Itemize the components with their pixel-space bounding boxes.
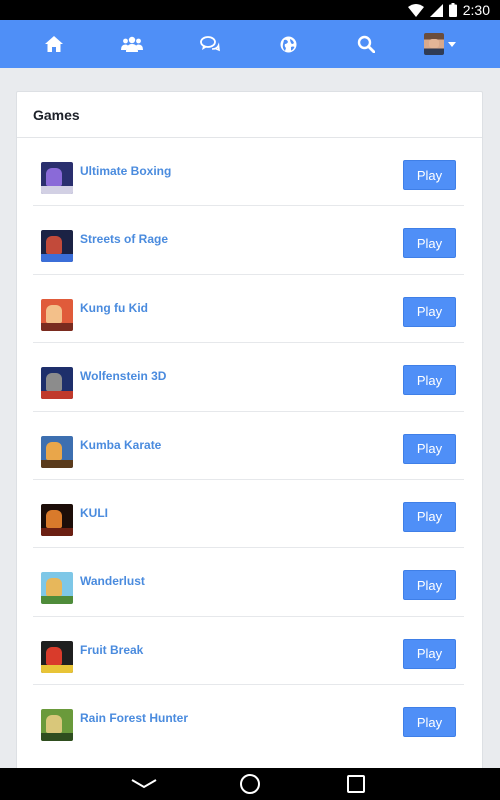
game-row: Kung fu Kid Play <box>33 275 464 344</box>
game-thumbnail[interactable] <box>41 298 73 331</box>
game-thumbnail[interactable] <box>41 367 73 400</box>
play-button[interactable]: Play <box>403 501 456 532</box>
game-thumbnail[interactable] <box>41 709 73 742</box>
avatar[interactable] <box>424 33 444 55</box>
game-name-link[interactable]: Streets of Rage <box>80 232 168 246</box>
game-name-link[interactable]: Wanderlust <box>80 574 145 588</box>
game-row: KULI Play <box>33 480 464 549</box>
game-thumbnail[interactable] <box>41 230 73 263</box>
play-button[interactable]: Play <box>403 365 456 396</box>
play-button[interactable]: Play <box>403 296 456 327</box>
battery-icon <box>448 3 457 17</box>
game-row: Wanderlust Play <box>33 548 464 617</box>
game-name-link[interactable]: Ultimate Boxing <box>80 164 171 178</box>
game-row: Fruit Break Play <box>33 617 464 686</box>
game-row: Kumba Karate Play <box>33 412 464 480</box>
search-icon[interactable] <box>346 20 386 68</box>
game-name-link[interactable]: Kumba Karate <box>80 438 161 452</box>
play-button[interactable]: Play <box>403 433 456 464</box>
game-thumbnail[interactable] <box>41 503 73 536</box>
game-thumbnail[interactable] <box>41 572 73 605</box>
play-button[interactable]: Play <box>403 160 456 190</box>
games-card: Games Ultimate Boxing Play Streets of Rage… <box>16 91 483 771</box>
home-icon[interactable] <box>34 20 74 68</box>
game-name-link[interactable]: Fruit Break <box>80 643 143 657</box>
play-button[interactable]: Play <box>403 570 456 601</box>
account-menu[interactable] <box>424 20 468 68</box>
game-list: Ultimate Boxing Play Streets of Rage Play Ku… <box>17 138 482 754</box>
wifi-icon <box>407 3 424 17</box>
status-time: 2:30 <box>462 2 490 18</box>
game-thumbnail[interactable] <box>41 640 73 673</box>
game-name-link[interactable]: Rain Forest Hunter <box>80 711 188 725</box>
game-name-link[interactable]: KULI <box>80 506 108 520</box>
card-header: Games <box>17 92 482 138</box>
chat-icon[interactable] <box>190 20 230 68</box>
game-row: Rain Forest Hunter Play <box>33 685 464 753</box>
game-thumbnail[interactable] <box>41 162 73 194</box>
system-nav-bar <box>0 768 500 800</box>
game-name-link[interactable]: Wolfenstein 3D <box>80 369 166 383</box>
game-thumbnail[interactable] <box>41 435 73 468</box>
play-button[interactable]: Play <box>403 638 456 669</box>
status-bar: 2:30 <box>0 0 500 20</box>
top-nav-bar <box>0 20 500 68</box>
globe-icon[interactable] <box>268 20 308 68</box>
status-icons: 2:30 <box>407 2 490 18</box>
game-row: Wolfenstein 3D Play <box>33 343 464 412</box>
back-chevron-icon[interactable] <box>122 768 166 800</box>
play-button[interactable]: Play <box>403 228 456 259</box>
home-circle-icon[interactable] <box>228 768 272 800</box>
card-title: Games <box>33 106 80 123</box>
play-button[interactable]: Play <box>403 707 456 738</box>
game-row: Ultimate Boxing Play <box>33 138 464 207</box>
recents-square-icon[interactable] <box>334 768 378 800</box>
game-row: Streets of Rage Play <box>33 206 464 275</box>
people-icon[interactable] <box>112 20 152 68</box>
game-name-link[interactable]: Kung fu Kid <box>80 301 148 315</box>
chevron-down-icon[interactable] <box>448 41 456 47</box>
signal-icon <box>429 3 443 17</box>
